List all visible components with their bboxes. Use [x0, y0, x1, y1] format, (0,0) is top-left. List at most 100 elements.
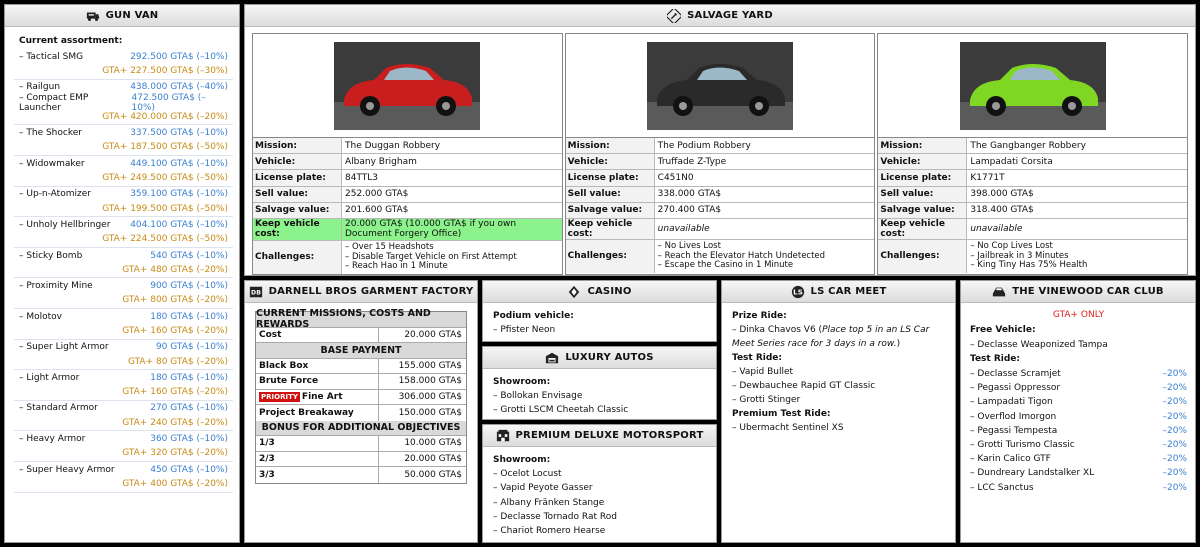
gun-van-list: Current assortment: – Tactical SMG 292.50… [5, 27, 239, 493]
gun-van-item-price: 540 GTA$ (–10%) [150, 250, 228, 261]
gun-van-item-gta-plus: GTA+ 400 GTA$ (–20%) [14, 477, 233, 493]
gun-van-item-name: – Widowmaker [19, 158, 85, 169]
darnell-payment-row: Black Box 155.000 GTA$ [256, 358, 466, 374]
gun-van-item: – Heavy Armor 360 GTA$ (–10%) [14, 431, 233, 446]
vinewood-item-name: – Karin Calico GTF [970, 454, 1051, 465]
salvage-vehicle-row: Vehicle: Albany Brigham [253, 154, 562, 171]
salvage-keep-value: 20.000 GTA$ (10.000 GTA$ if you own Docu… [342, 218, 562, 240]
luxury-title: LUXURY AUTOS [565, 352, 654, 363]
casino-icon [569, 285, 580, 298]
salvage-challenges-list: – No Lives Lost – Reach the Elevator Hatc… [655, 242, 875, 270]
gun-van-gta-plus-price: GTA+ 227.500 GTA$ (–30%) [102, 65, 228, 76]
vinewood-test-item: – Pegassi Tempesta –20% [970, 424, 1187, 438]
vinewood-panel: THE VINEWOOD CAR CLUB GTA+ ONLY Free Veh… [960, 280, 1196, 543]
darnell-payment-label-cell: Black Box [256, 361, 378, 371]
salvage-salvage-label: Salvage value: [253, 202, 342, 218]
svg-text:LS: LS [793, 288, 803, 296]
darnell-bonus-label: 3/3 [259, 469, 275, 480]
salvage-vehicle-label: Vehicle: [878, 154, 968, 170]
gun-van-item-name: – Super Light Armor [19, 342, 109, 353]
gun-van-item-name: – Super Heavy Armor [19, 464, 115, 475]
gun-van-gta-plus-price: GTA+ 160 GTA$ (–20%) [122, 387, 228, 398]
gun-van-item-price: 180 GTA$ (–10%) [150, 311, 228, 322]
salvage-challenge-item: – Escape the Casino in 1 Minute [657, 260, 794, 271]
salvage-mission-row: Mission: The Gangbanger Robbery [878, 138, 1188, 155]
vinewood-item-discount: –20% [1162, 482, 1187, 493]
salvage-plate-label: License plate: [565, 170, 655, 186]
gun-van-item-gta-plus: GTA+ 224.500 GTA$ (–50%) [14, 233, 233, 248]
gun-van-item-price: 337.500 GTA$ (–10%) [130, 128, 228, 139]
darnell-payment-value: 150.000 GTA$ [378, 405, 466, 421]
showroom-icon [546, 352, 559, 363]
salvage-plate-label: License plate: [878, 170, 968, 186]
vinewood-item-name: – LCC Sanctus [970, 482, 1034, 493]
ls-car-meet-icon: LS [791, 285, 804, 298]
test-ride-item: – Grotti Stinger [732, 395, 801, 405]
vinewood-test-item: – Lampadati Tigon –20% [970, 395, 1187, 409]
darnell-payment-row: Brute Force 158.000 GTA$ [256, 374, 466, 390]
darnell-panel: DB DARNELL BROS GARMENT FACTORY CURRENT … [244, 280, 478, 543]
salvage-plate-value: 84TTL3 [345, 172, 379, 183]
gun-van-heading: Current assortment: [19, 36, 123, 46]
vinewood-item-name: – Pegassi Oppressor [970, 383, 1061, 394]
salvage-sell-row: Sell value: 252.000 GTA$ [253, 186, 562, 203]
salvage-plate-row: License plate: 84TTL3 [253, 170, 562, 187]
vinewood-test-item: – Pegassi Oppressor –20% [970, 381, 1187, 395]
salvage-salvage-label: Salvage value: [878, 202, 968, 218]
gun-van-gta-plus-price: GTA+ 80 GTA$ (–20%) [127, 356, 228, 367]
gun-van-item-gta-plus: GTA+ 227.500 GTA$ (–30%) [14, 64, 233, 80]
test-ride-item: – Vapid Bullet [732, 367, 794, 377]
gun-van-item-price: 900 GTA$ (–10%) [150, 281, 228, 292]
gun-van-gta-plus-price: GTA+ 240 GTA$ (–20%) [122, 417, 228, 428]
darnell-base-heading: BASE PAYMENT [256, 343, 466, 359]
salvage-plate-value: C451N0 [657, 172, 694, 183]
salvage-vehicle-value: Albany Brigham [345, 156, 417, 167]
gun-van-icon [86, 12, 99, 21]
gun-van-item-name: – The Shocker [19, 128, 82, 139]
gun-van-item-price: 360 GTA$ (–10%) [150, 434, 228, 445]
darnell-cost-label: Cost [259, 329, 282, 340]
salvage-keep-row: Keep vehicle cost: 20.000 GTA$ (10.000 GT… [253, 218, 562, 241]
salvage-car-image [565, 34, 875, 138]
gun-van-gta-plus-price: GTA+ 187.500 GTA$ (–50%) [102, 142, 228, 153]
darnell-bonus-heading: BONUS FOR ADDITIONAL OBJECTIVES [256, 420, 466, 436]
gun-van-item: – Sticky Bomb 540 GTA$ (–10%) [14, 248, 233, 263]
gta-plus-only-label: GTA+ ONLY [1052, 310, 1105, 320]
salvage-mission-label: Mission: [878, 138, 968, 154]
premium-test-ride-label: Premium Test Ride: [732, 409, 831, 419]
salvage-challenges-label: Challenges: [565, 239, 655, 273]
gun-van-gta-plus-price: GTA+ 800 GTA$ (–20%) [122, 295, 228, 306]
gun-van-item-price: 404.100 GTA$ (–10%) [130, 219, 228, 230]
darnell-title: DARNELL BROS GARMENT FACTORY [268, 286, 474, 297]
salvage-keep-label: Keep vehicle cost: [878, 218, 968, 239]
darnell-payment-value: 306.000 GTA$ [378, 389, 466, 404]
gun-van-item-gta-plus: GTA+ 187.500 GTA$ (–50%) [14, 141, 233, 157]
priority-badge: PRIORITY [259, 391, 300, 402]
darnell-bonus-value: 50.000 GTA$ [378, 467, 466, 483]
salvage-sell-label: Sell value: [878, 186, 968, 202]
salvage-salvage-value: 270.400 GTA$ [657, 205, 722, 216]
car-club-icon [993, 287, 1006, 296]
darnell-payment-label-cell: Project Breakaway [256, 408, 378, 418]
salvage-yard-panel: SALVAGE YARD Mission: The Duggan Robbery V… [244, 4, 1196, 276]
gun-van-item-price: 359.100 GTA$ (–10%) [130, 189, 228, 200]
vinewood-test-ride-label: Test Ride: [970, 354, 1021, 364]
salvage-challenge-item: – Reach Hao in 1 Minute [345, 261, 448, 272]
vinewood-item-name: – Lampadati Tigon [970, 397, 1053, 408]
gun-van-item: – The Shocker 337.500 GTA$ (–10%) [14, 125, 233, 140]
gun-van-gta-plus-price: GTA+ 320 GTA$ (–20%) [122, 448, 228, 459]
darnell-payment-label: Black Box [259, 360, 309, 371]
salvage-salvage-row: Salvage value: 318.400 GTA$ [878, 202, 1188, 219]
gun-van-item-price: 90 GTA$ (–10%) [155, 342, 228, 353]
salvage-plate-row: License plate: C451N0 [565, 170, 875, 187]
pdm-panel: PREMIUM DELUXE MOTORSPORT Showroom: – Oc… [482, 424, 717, 543]
pdm-label: Showroom: [493, 455, 551, 465]
gun-van-item-name: – Proximity Mine [19, 281, 93, 292]
darnell-bonus-label: 1/3 [259, 438, 275, 449]
darnell-bonus-value: 10.000 GTA$ [378, 436, 466, 451]
salvage-challenges-label: Challenges: [878, 239, 968, 273]
salvage-keep-label: Keep vehicle cost: [253, 218, 342, 240]
gun-van-item: – Molotov 180 GTA$ (–10%) [14, 309, 233, 324]
car-meet-panel: LS LS CAR MEET Prize Ride: – Dinka Chavo… [721, 280, 956, 543]
pdm-header: PREMIUM DELUXE MOTORSPORT [483, 425, 716, 447]
